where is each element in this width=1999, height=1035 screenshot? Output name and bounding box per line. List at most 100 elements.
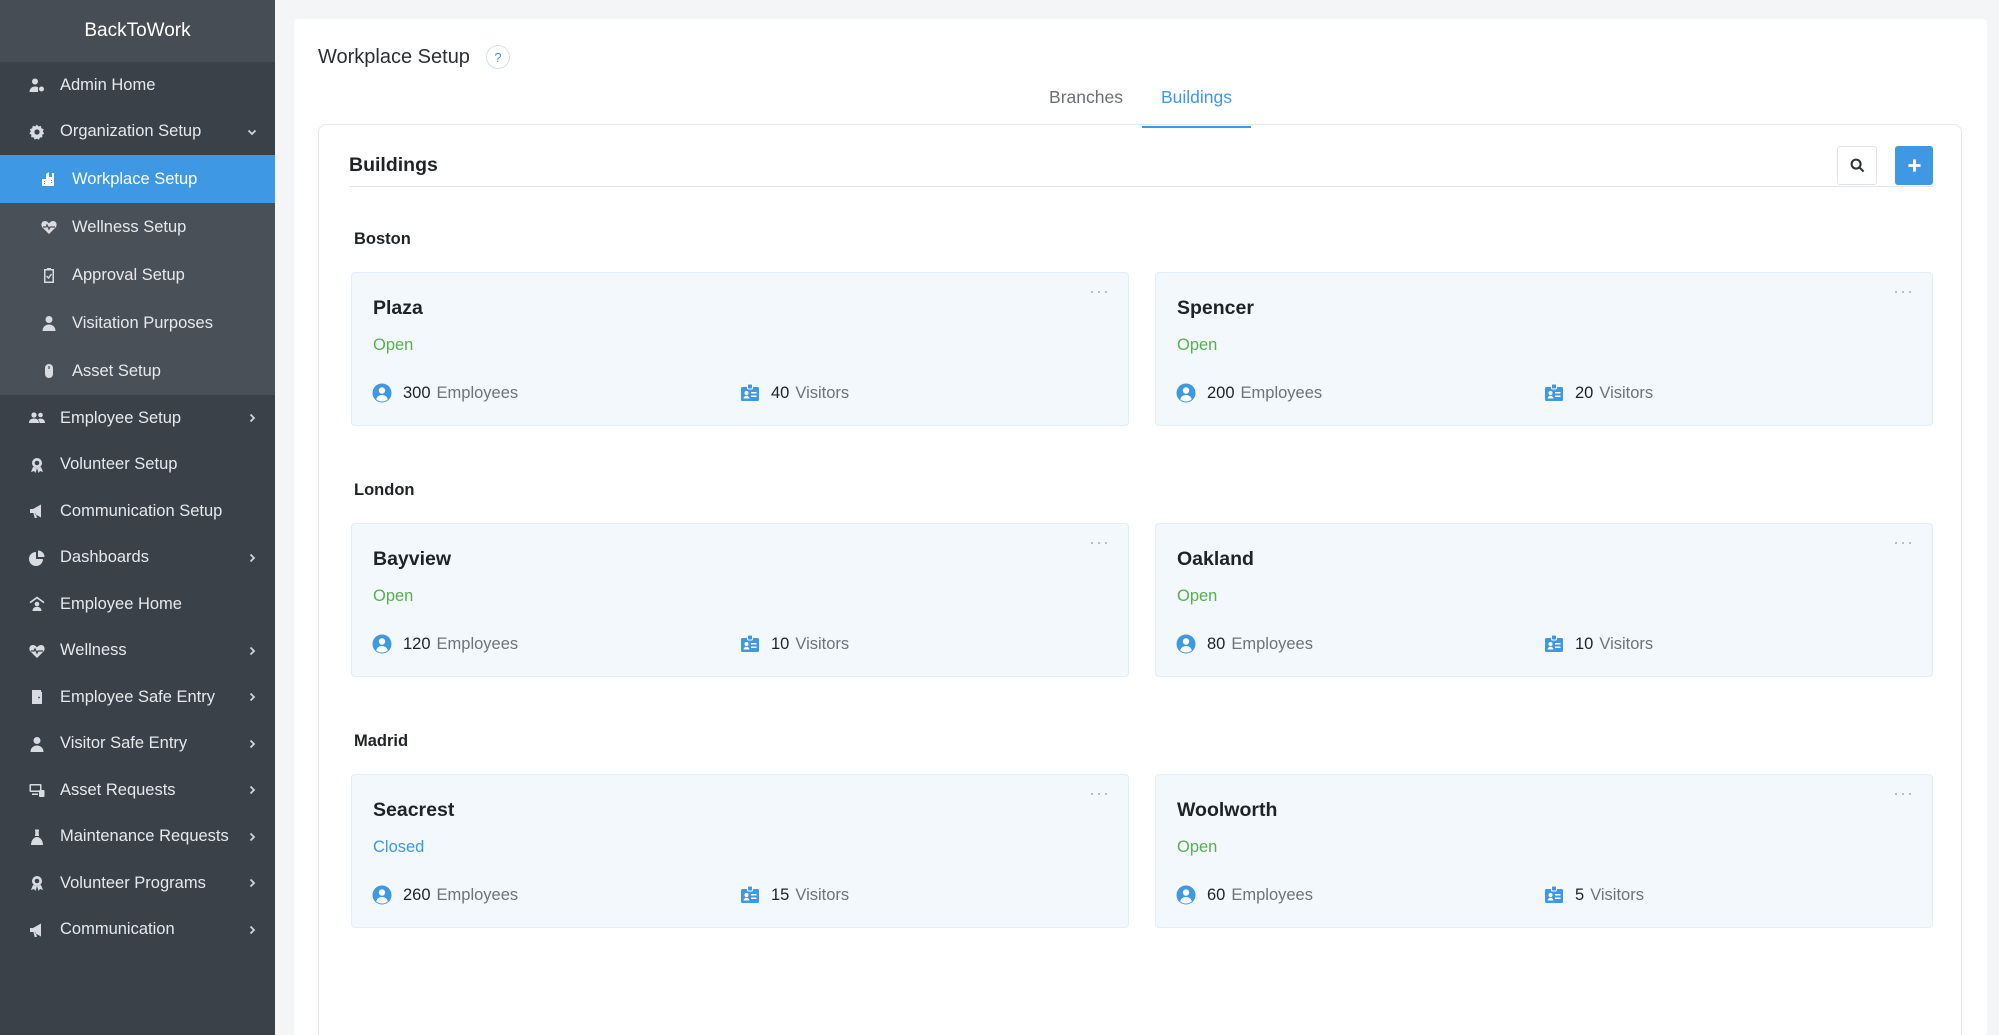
sidebar-item-communication-setup[interactable]: Communication Setup: [0, 488, 275, 535]
building-card[interactable]: ··· Woolworth Open 60 Employees 5 Visito…: [1155, 774, 1933, 928]
employees-stat: 60 Employees: [1176, 885, 1313, 905]
building-icon: [40, 170, 58, 188]
visitors-stat: 10 Visitors: [740, 634, 849, 654]
tab-buildings[interactable]: Buildings: [1141, 87, 1251, 128]
add-building-button[interactable]: [1895, 146, 1933, 185]
id-badge-icon: [740, 885, 760, 905]
tab-branches[interactable]: Branches: [1030, 87, 1142, 128]
more-options-icon[interactable]: ···: [1893, 532, 1914, 553]
page-title-text: Workplace Setup: [318, 45, 470, 68]
sidebar-item-label: Asset Setup: [72, 361, 161, 380]
user-circle-icon: [1176, 383, 1196, 403]
sidebar-item-organization-setup[interactable]: Organization Setup: [0, 109, 275, 156]
visitors-label: Visitors: [795, 383, 850, 402]
city-label: Madrid: [354, 732, 409, 750]
sidebar-item-employee-home[interactable]: Employee Home: [0, 581, 275, 628]
building-card[interactable]: ··· Seacrest Closed 260 Employees 15 Vis…: [351, 774, 1129, 928]
sidebar-item-approval-setup[interactable]: Approval Setup: [0, 251, 275, 299]
sidebar-item-volunteer-programs[interactable]: Volunteer Programs: [0, 860, 275, 907]
help-icon[interactable]: ?: [485, 45, 510, 69]
user-circle-icon: [372, 634, 392, 654]
sidebar-item-volunteer-setup[interactable]: Volunteer Setup: [0, 442, 275, 489]
more-options-icon[interactable]: ···: [1089, 281, 1110, 302]
sidebar-item-label: Admin Home: [60, 75, 156, 94]
sidebar-item-dashboards[interactable]: Dashboards: [0, 535, 275, 582]
sidebar-item-label: Wellness Setup: [72, 217, 187, 236]
sidebar-item-employee-safe-entry[interactable]: Employee Safe Entry: [0, 674, 275, 721]
sidebar-item-wellness-setup[interactable]: Wellness Setup: [0, 203, 275, 251]
sidebar-item-visitation-purposes[interactable]: Visitation Purposes: [0, 299, 275, 347]
more-options-icon[interactable]: ···: [1893, 281, 1914, 302]
building-name: Woolworth: [1177, 799, 1278, 821]
sidebar-item-label: Asset Requests: [60, 780, 176, 799]
employees-label: Employees: [436, 634, 519, 653]
visitors-label: Visitors: [795, 885, 850, 904]
building-name: Plaza: [373, 297, 423, 319]
award-icon: [28, 874, 46, 892]
employees-stat: 80 Employees: [1176, 634, 1313, 654]
sidebar-item-label: Employee Setup: [60, 408, 182, 427]
building-card[interactable]: ··· Spencer Open 200 Employees 20 Visito…: [1155, 272, 1933, 426]
employees-stat: 300 Employees: [372, 383, 518, 403]
employee-count: 80: [1207, 634, 1226, 653]
id-badge-icon: [740, 634, 760, 654]
building-card[interactable]: ··· Oakland Open 80 Employees 10 Visitor…: [1155, 523, 1933, 677]
sidebar-item-workplace-setup[interactable]: Workplace Setup: [0, 155, 275, 203]
sidebar-item-label: Volunteer Setup: [60, 455, 178, 474]
building-name: Oakland: [1177, 548, 1254, 570]
more-options-icon[interactable]: ···: [1089, 532, 1110, 553]
sidebar-item-label: Approval Setup: [72, 265, 185, 284]
sidebar-item-maintenance-requests[interactable]: Maintenance Requests: [0, 814, 275, 861]
sidebar-item-visitor-safe-entry[interactable]: Visitor Safe Entry: [0, 721, 275, 768]
sidebar-item-employee-setup[interactable]: Employee Setup: [0, 395, 275, 442]
gear-icon: [28, 123, 46, 141]
sidebar-item-label: Maintenance Requests: [60, 827, 229, 846]
visitors-stat: 40 Visitors: [740, 383, 849, 403]
visitors-stat: 10 Visitors: [1544, 634, 1653, 654]
pie-chart-icon: [28, 549, 46, 567]
city-label: Boston: [354, 230, 411, 248]
chevron-right-icon: [247, 925, 257, 935]
employees-label: Employees: [1231, 885, 1313, 904]
sidebar-item-label: Workplace Setup: [72, 169, 198, 188]
user-circle-icon: [372, 885, 392, 905]
sidebar-item-asset-requests[interactable]: Asset Requests: [0, 767, 275, 814]
more-options-icon[interactable]: ···: [1893, 783, 1914, 804]
id-badge-icon: [1544, 885, 1564, 905]
search-button[interactable]: [1837, 146, 1877, 185]
id-badge-icon: [740, 383, 760, 403]
user-circle-icon: [1176, 634, 1196, 654]
wrench-person-icon: [28, 828, 46, 846]
sidebar-subnav: Workplace Setup Wellness Setup Approval …: [0, 155, 275, 395]
sidebar-item-communication[interactable]: Communication: [0, 907, 275, 954]
user-gear-icon: [28, 76, 46, 94]
building-card[interactable]: ··· Bayview Open 120 Employees 10 Visito…: [351, 523, 1129, 677]
visitor-count: 15: [771, 885, 790, 904]
buildings-panel: Buildings Boston ··· Plaza Open 300 Empl…: [318, 124, 1962, 1035]
person-icon: [28, 735, 46, 753]
building-status: Closed: [373, 838, 425, 856]
employee-count: 60: [1207, 885, 1226, 904]
employees-stat: 200 Employees: [1176, 383, 1322, 403]
sidebar-item-label: Visitor Safe Entry: [60, 734, 188, 753]
visitor-count: 20: [1575, 383, 1594, 402]
sidebar-item-wellness[interactable]: Wellness: [0, 628, 275, 675]
employee-count: 300: [403, 383, 431, 402]
user-circle-icon: [1176, 885, 1196, 905]
sidebar-item-admin-home[interactable]: Admin Home: [0, 62, 275, 109]
home-user-icon: [28, 595, 46, 613]
chevron-right-icon: [247, 646, 257, 656]
employees-label: Employees: [436, 885, 519, 904]
chevron-down-icon: [247, 127, 257, 137]
mouse-icon: [40, 362, 58, 380]
chevron-right-icon: [247, 832, 257, 842]
building-name: Bayview: [373, 548, 452, 570]
visitors-label: Visitors: [795, 634, 850, 653]
building-card[interactable]: ··· Plaza Open 300 Employees 40 Visitors: [351, 272, 1129, 426]
more-options-icon[interactable]: ···: [1089, 783, 1110, 804]
sidebar-item-asset-setup[interactable]: Asset Setup: [0, 347, 275, 395]
sidebar-nav: Admin Home Organization Setup: [0, 62, 275, 155]
visitors-label: Visitors: [1599, 383, 1654, 402]
employee-count: 120: [403, 634, 431, 653]
visitor-count: 5: [1575, 885, 1585, 904]
